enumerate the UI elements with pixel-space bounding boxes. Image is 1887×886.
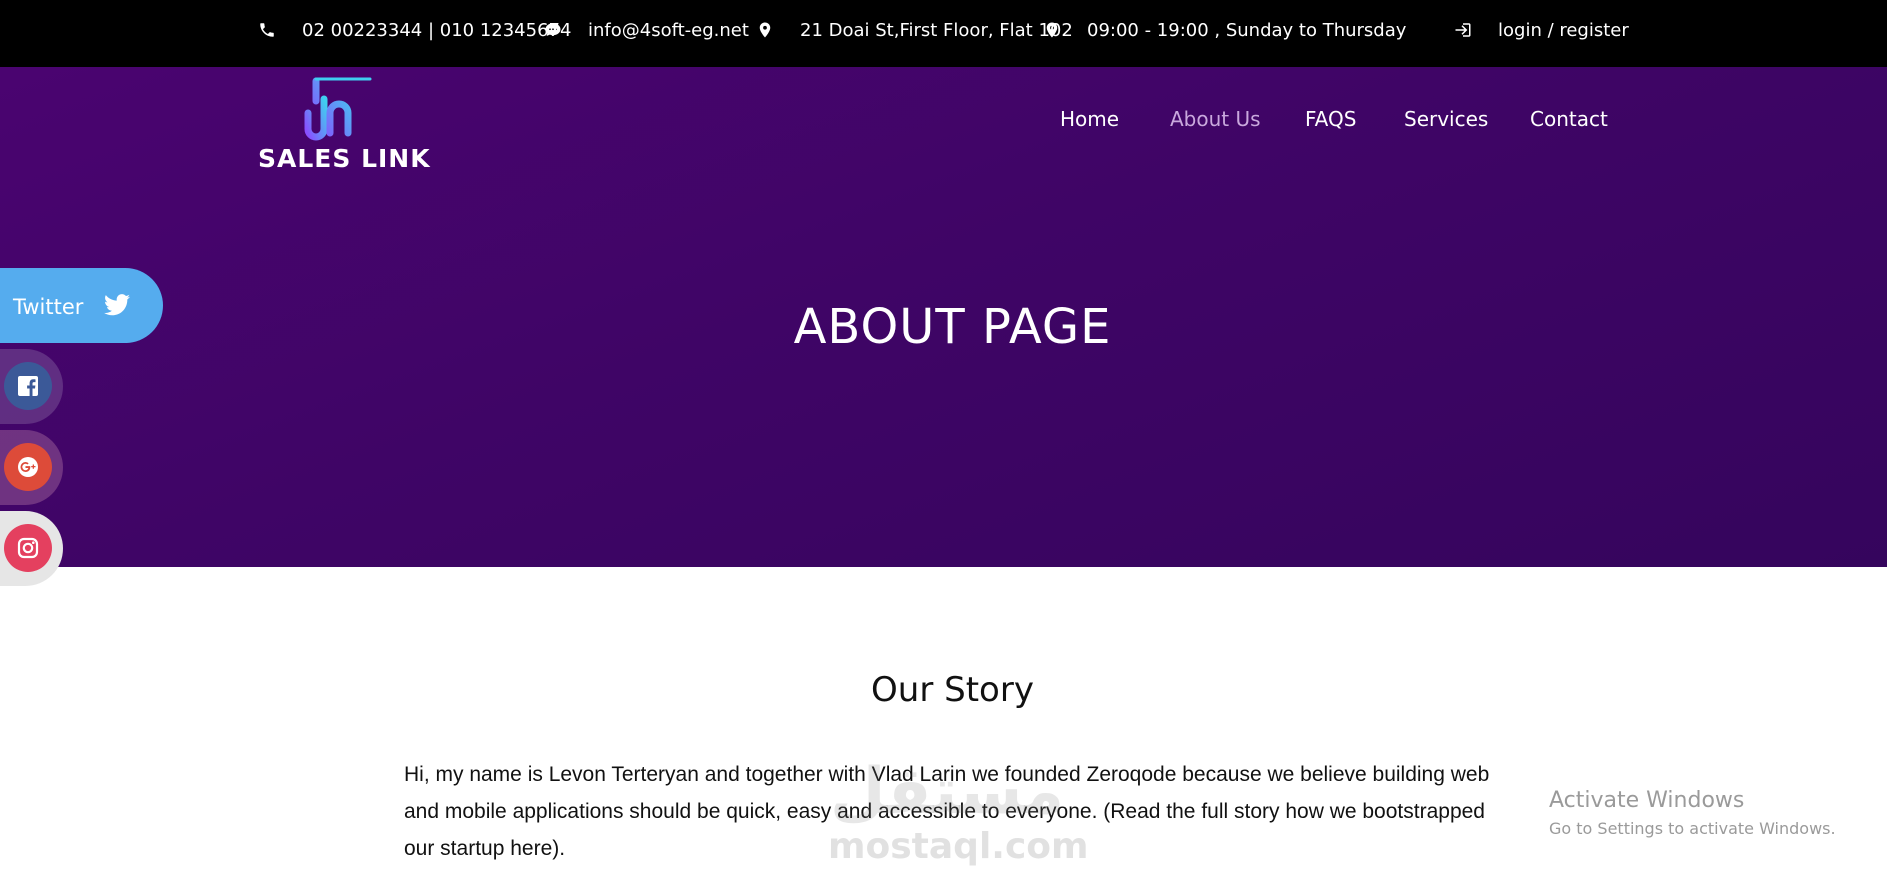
hours-info: 09:00 - 19:00 , Sunday to Thursday xyxy=(1043,0,1406,60)
nav-about-us[interactable]: About Us xyxy=(1170,107,1261,131)
activate-windows-subtitle: Go to Settings to activate Windows. xyxy=(1549,819,1836,838)
facebook-circle xyxy=(4,362,52,410)
google-plus-circle xyxy=(4,443,52,491)
mostaql-watermark-logo: مستقل xyxy=(830,755,1065,829)
activate-windows-title: Activate Windows xyxy=(1549,788,1745,813)
page-title: ABOUT PAGE xyxy=(793,299,1112,355)
nav-services[interactable]: Services xyxy=(1404,107,1488,131)
twitter-icon xyxy=(104,294,130,316)
instagram-icon xyxy=(17,537,39,559)
nav-home[interactable]: Home xyxy=(1060,107,1119,131)
instagram-circle xyxy=(4,524,52,572)
email-text[interactable]: info@4soft-eg.net xyxy=(588,20,749,41)
email-info: info@4soft-eg.net xyxy=(544,0,749,60)
address-info: 21 Doai St,First Floor, Flat 102 xyxy=(756,0,1073,60)
google-plus-icon xyxy=(18,457,38,477)
phone-info: 02 00223344 | 010 12345674 xyxy=(258,0,571,60)
twitter-label: Twitter xyxy=(13,295,84,319)
section-title: Our Story xyxy=(871,670,1034,710)
phone-text: 02 00223344 | 010 12345674 xyxy=(302,19,572,41)
facebook-icon xyxy=(18,376,38,396)
logo-text: SALES LINK xyxy=(258,144,431,173)
login-register-link[interactable]: login / register xyxy=(1454,0,1629,60)
chat-bubble-icon xyxy=(544,21,562,39)
nav-faqs[interactable]: FAQS xyxy=(1305,107,1356,131)
map-marker-icon xyxy=(756,21,774,39)
sales-link-logo-icon xyxy=(304,77,372,141)
mostaql-watermark-text: mostaql.com xyxy=(828,826,1089,867)
top-info-bar: 02 00223344 | 010 12345674 info@4soft-eg… xyxy=(0,0,1887,67)
sign-in-icon xyxy=(1454,21,1472,39)
address-text: 21 Doai St,First Floor, Flat 102 xyxy=(800,19,1073,41)
twitter-share-button[interactable]: Twitter xyxy=(0,268,163,343)
hero-banner: SALES LINK Home About Us FAQS Services C… xyxy=(0,67,1887,567)
map-marker-icon xyxy=(1043,21,1061,39)
hours-text: 09:00 - 19:00 , Sunday to Thursday xyxy=(1087,19,1407,41)
login-register-text[interactable]: login / register xyxy=(1498,20,1629,41)
phone-icon xyxy=(258,21,276,39)
nav-contact[interactable]: Contact xyxy=(1530,107,1608,131)
windows-activation-notice: Activate Windows Go to Settings to activ… xyxy=(1549,788,1836,838)
site-logo[interactable]: SALES LINK xyxy=(256,73,430,177)
